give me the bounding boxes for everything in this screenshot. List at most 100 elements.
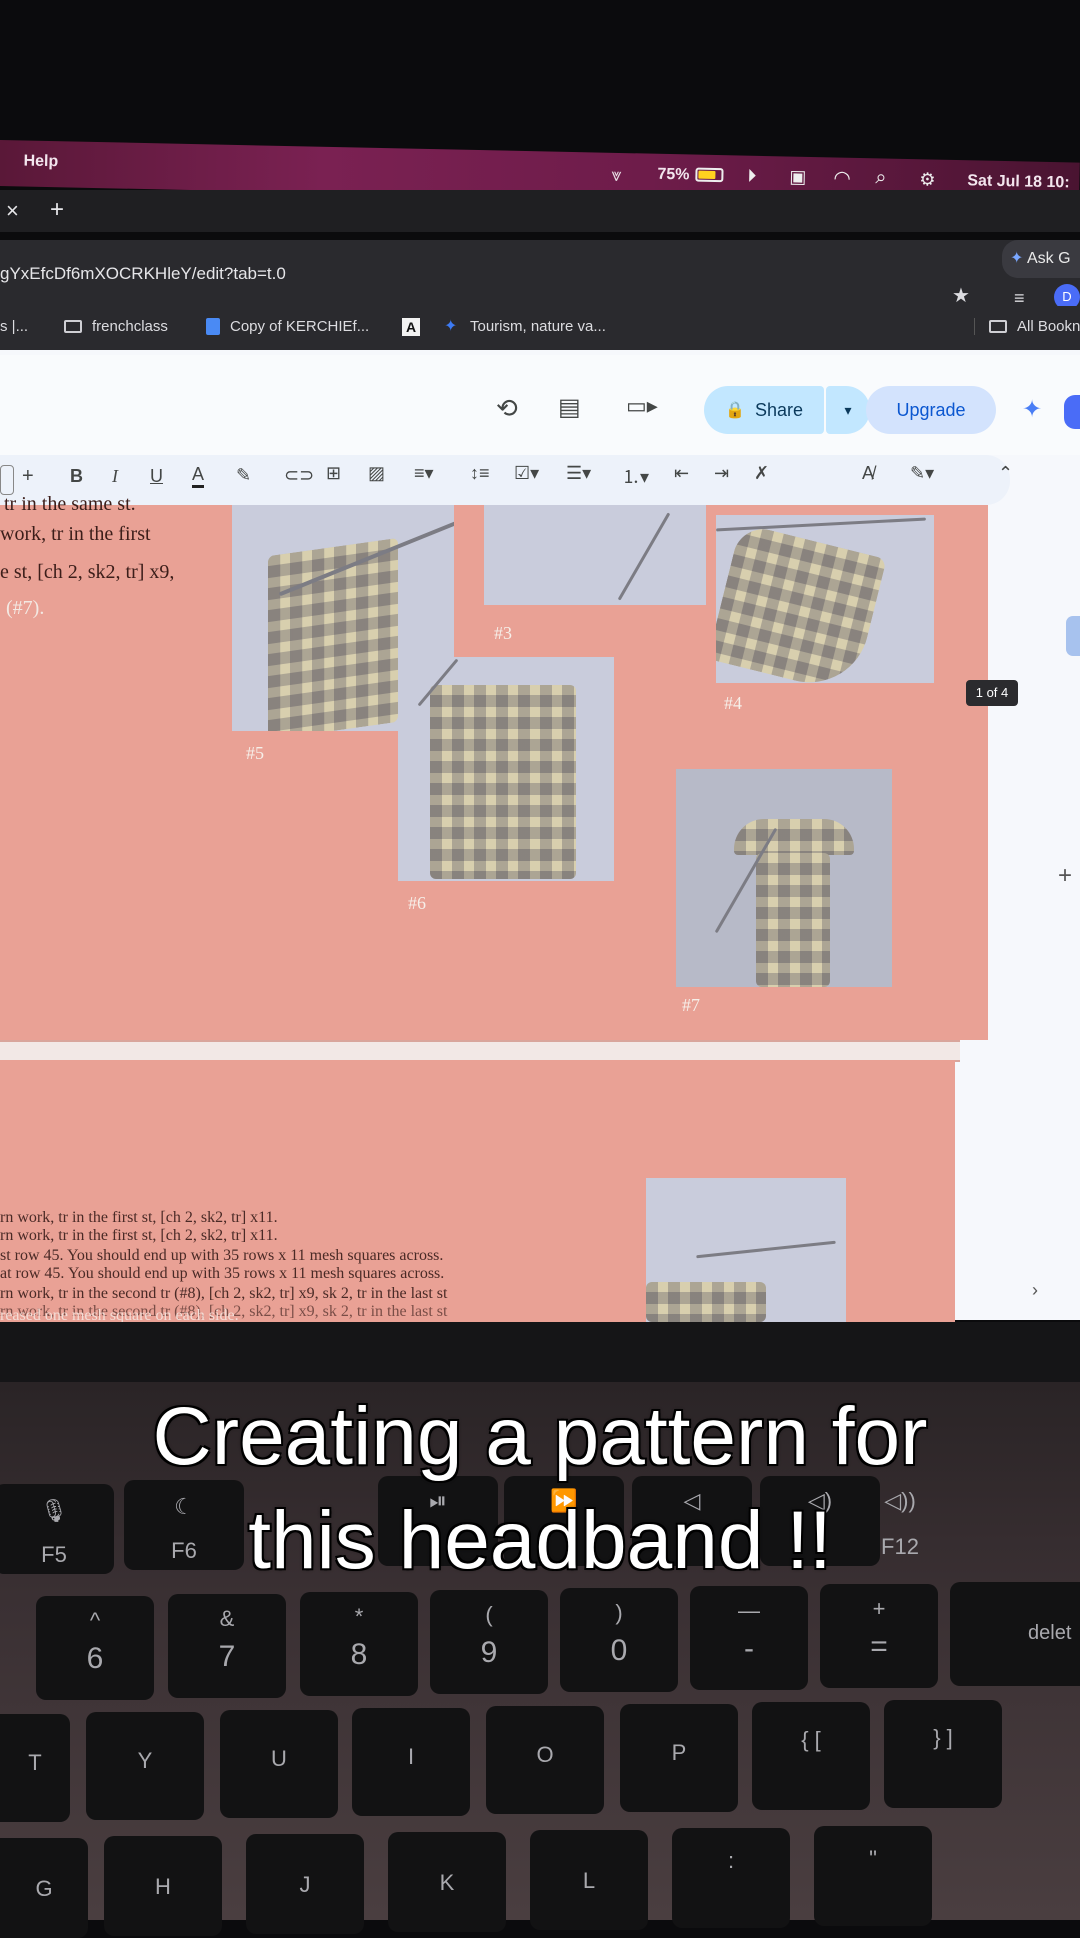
crochet-photo-7[interactable] <box>676 769 892 987</box>
decrease-indent-icon[interactable]: ⇤ <box>674 463 689 484</box>
meet-icon[interactable]: ▭▸ <box>626 393 658 419</box>
key-label: 8 <box>350 1638 368 1671</box>
numbered-list-icon[interactable]: ⒈▾ <box>622 463 649 489</box>
all-bookmarks[interactable]: All Bookn <box>974 318 1080 335</box>
key-semicolon[interactable]: : <box>672 1828 790 1928</box>
next-page-chevron-icon[interactable]: › <box>1032 1280 1038 1301</box>
bookmark-partial[interactable]: s |... <box>0 318 28 335</box>
key-quote[interactable]: " <box>814 1826 932 1926</box>
upgrade-button[interactable]: Upgrade <box>866 386 996 434</box>
wifi-icon[interactable]: ◠ <box>833 165 851 190</box>
font-size-field[interactable] <box>0 465 14 495</box>
laptop-bezel <box>0 1322 1080 1382</box>
key-label: " <box>869 1846 877 1871</box>
bold-icon[interactable]: B <box>70 466 83 487</box>
format-toolbar: + B I U A ✎ ⊂⊃ ⊞ ▨ ≡▾ ↕≡ ☑▾ ☰▾ ⒈▾ ⇤ ⇥ ✗ … <box>0 455 1013 505</box>
clear-formatting-icon[interactable]: ✗ <box>754 463 769 484</box>
page2-text-line: st row 45. You should end up with 35 row… <box>0 1247 444 1264</box>
bookmark-star-icon[interactable]: ★ <box>952 286 970 306</box>
key-delete[interactable]: delet <box>950 1582 1080 1686</box>
crochet-photo-3[interactable] <box>484 505 706 605</box>
key-9[interactable]: ( 9 <box>430 1590 548 1694</box>
gemini-icon[interactable]: ✦ <box>1022 395 1042 424</box>
bookmark-copy-of-kerchief[interactable]: Copy of KERCHIEf... <box>206 318 369 335</box>
key-equals[interactable]: + = <box>820 1584 938 1688</box>
version-history-icon[interactable]: ⟲ <box>496 393 518 424</box>
vpn-icon[interactable]: ⩔ <box>611 165 622 186</box>
lock-icon: 🔒 <box>725 402 745 419</box>
align-icon[interactable]: ≡▾ <box>414 463 434 484</box>
key-shift-label: ( <box>485 1602 493 1627</box>
key-k[interactable]: K <box>388 1832 506 1932</box>
caption-line-2: this headband !! <box>248 1495 832 1586</box>
checklist-icon[interactable]: ☑▾ <box>514 463 539 484</box>
key-g[interactable]: G <box>0 1838 88 1938</box>
key-l[interactable]: L <box>530 1830 648 1930</box>
bulleted-list-icon[interactable]: ☰▾ <box>566 463 591 484</box>
collapse-toolbar-icon[interactable]: ⌃ <box>998 463 1013 484</box>
key-p[interactable]: P <box>620 1704 738 1812</box>
key-u[interactable]: U <box>220 1710 338 1818</box>
editing-mode-icon[interactable]: ✎▾ <box>910 463 934 484</box>
battery-icon[interactable] <box>695 167 724 183</box>
key-minus[interactable]: — - <box>690 1586 808 1690</box>
control-center-icon[interactable]: ⚙ <box>919 169 936 190</box>
url-field[interactable]: gYxEfcDf6mXOCRKHleY/edit?tab=t.0 <box>0 264 286 284</box>
italic-icon[interactable]: I <box>112 466 118 487</box>
share-button[interactable]: 🔒 Share <box>704 386 824 434</box>
spellcheck-icon[interactable]: A̸ <box>862 463 874 484</box>
crochet-photo-4[interactable] <box>716 515 934 683</box>
key-h[interactable]: H <box>104 1836 222 1936</box>
display-icon[interactable]: ▣ <box>789 167 806 188</box>
key-6[interactable]: ^ 6 <box>36 1596 154 1700</box>
sparkle-icon: ✦ <box>1010 250 1024 267</box>
add-icon[interactable]: + <box>1058 862 1072 890</box>
key-label: T <box>28 1750 42 1775</box>
key-shift-label: — <box>738 1598 760 1623</box>
key-7[interactable]: & 7 <box>168 1594 286 1698</box>
side-panel-icon[interactable] <box>1064 395 1080 429</box>
key-8[interactable]: * 8 <box>300 1592 418 1696</box>
google-docs-icon <box>206 318 220 335</box>
key-o[interactable]: O <box>486 1706 604 1814</box>
key-0[interactable]: ) 0 <box>560 1588 678 1692</box>
line-spacing-icon[interactable]: ↕≡ <box>470 463 490 484</box>
key-i[interactable]: I <box>352 1708 470 1816</box>
insert-image-icon[interactable]: ▨ <box>368 463 385 484</box>
key-j[interactable]: J <box>246 1834 364 1934</box>
browser-tab-strip: × + <box>0 190 1080 232</box>
link-icon[interactable]: ⊂⊃ <box>284 465 314 486</box>
bookmark-tourism[interactable]: ✦ Tourism, nature va... <box>444 318 606 335</box>
increase-font-icon[interactable]: + <box>22 465 34 488</box>
key-t[interactable]: T <box>0 1714 70 1822</box>
key-label: I <box>407 1744 415 1769</box>
sparkle-bookmark-icon: ✦ <box>444 317 458 335</box>
key-y[interactable]: Y <box>86 1712 204 1820</box>
new-tab-button[interactable]: + <box>50 196 64 224</box>
underline-icon[interactable]: U <box>150 466 163 487</box>
text-color-icon[interactable]: A <box>192 464 205 488</box>
key-label: = <box>870 1630 888 1663</box>
menu-help[interactable]: Help <box>23 152 58 171</box>
scrollbar-thumb[interactable] <box>1066 616 1080 656</box>
tab-close-icon[interactable]: × <box>6 198 19 224</box>
increase-indent-icon[interactable]: ⇥ <box>714 463 729 484</box>
highlight-icon[interactable]: ✎ <box>236 465 251 486</box>
caption-line-1: Creating a pattern for <box>152 1391 928 1482</box>
document-page-1[interactable]: tr in the same st. work, tr in the first… <box>0 493 988 1040</box>
insert-comment-icon[interactable]: ⊞ <box>326 463 341 484</box>
photo-label-4: #4 <box>724 693 742 713</box>
folder-icon <box>64 320 82 333</box>
key-bracket-right[interactable]: } ] <box>884 1700 1002 1808</box>
play-circle-icon[interactable]: ⏵ <box>747 166 756 187</box>
bookmark-a[interactable]: A <box>402 318 420 336</box>
crochet-photo-8[interactable] <box>646 1178 846 1322</box>
document-page-2[interactable]: rn work, tr in the first st, [ch 2, sk2,… <box>0 1060 955 1324</box>
bookmark-frenchclass[interactable]: frenchclass <box>64 318 168 335</box>
comment-icon[interactable]: ▤ <box>558 393 581 422</box>
ask-gemini-label: Ask G <box>1026 250 1071 267</box>
ask-gemini-button[interactable]: ✦ Ask G <box>1002 240 1080 278</box>
crochet-photo-6[interactable] <box>398 657 614 881</box>
search-icon[interactable]: ⌕ <box>875 166 887 189</box>
key-bracket-left[interactable]: { [ <box>752 1702 870 1810</box>
